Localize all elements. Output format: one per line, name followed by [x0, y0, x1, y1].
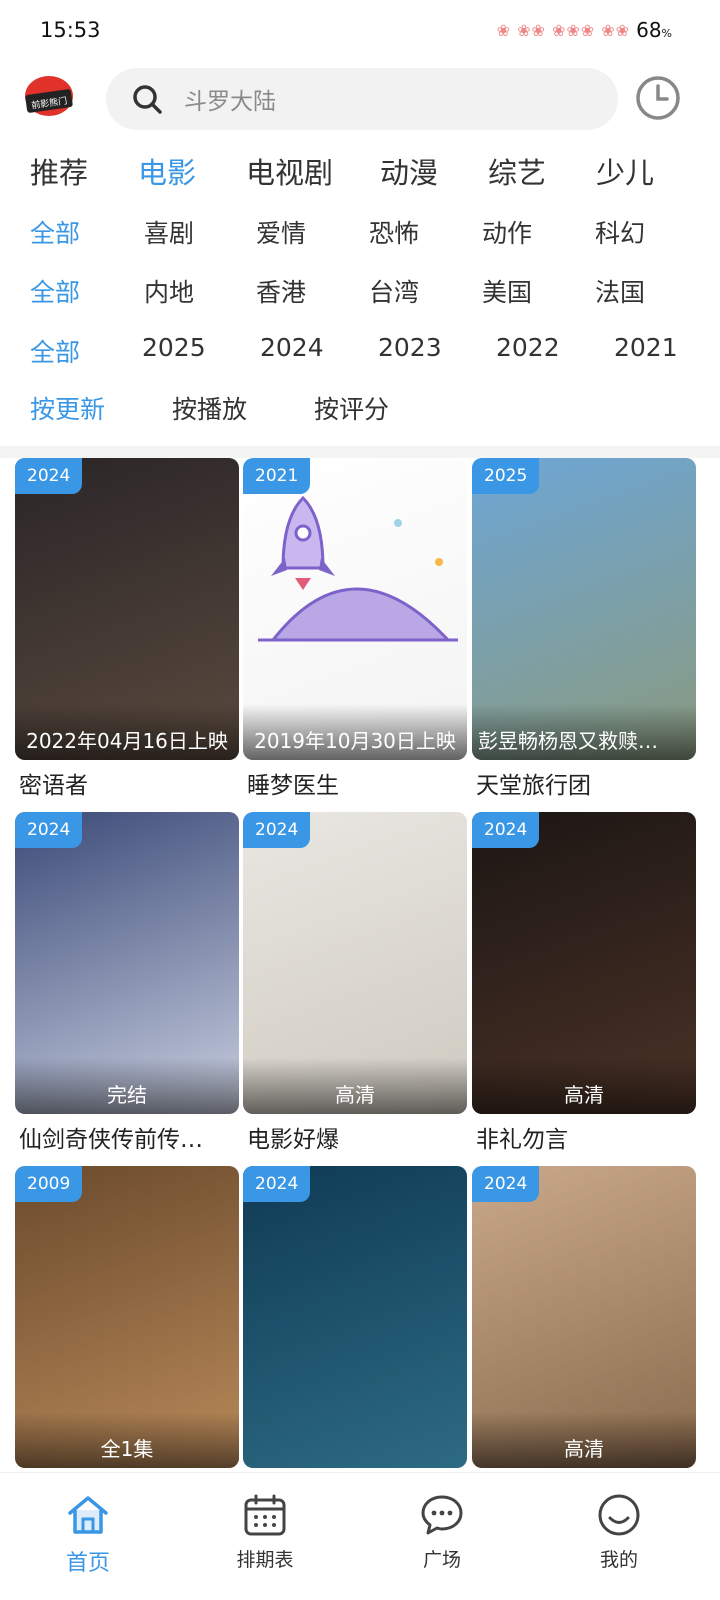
- poster-caption: 高清: [243, 1058, 467, 1114]
- genre-filter-item[interactable]: 恐怖: [369, 214, 419, 250]
- app-logo[interactable]: 前影熊门: [22, 74, 76, 120]
- profile-smile-icon: [598, 1494, 640, 1536]
- movie-card[interactable]: 2021 2019年10月30日上映 睡梦医生: [243, 458, 467, 800]
- genre-filter-item[interactable]: 动作: [482, 214, 532, 250]
- region-filter-item[interactable]: 法国: [595, 273, 645, 309]
- calendar-icon: [244, 1494, 286, 1536]
- year-badge: 2025: [472, 458, 540, 494]
- genre-filter-item[interactable]: 喜剧: [144, 214, 194, 250]
- poster-caption: 全1集: [15, 1412, 239, 1468]
- search-placeholder: 斗罗大陆: [184, 89, 276, 115]
- movie-poster[interactable]: 2025 彭昱畅杨恩又救赎…: [472, 458, 696, 760]
- section-divider: [0, 446, 720, 458]
- poster-caption: 2022年04月16日上映: [15, 704, 239, 760]
- year-filter-item[interactable]: 全部: [30, 333, 80, 369]
- year-badge: 2024: [15, 458, 83, 494]
- nav-label: 首页: [65, 1551, 110, 1576]
- year-badge: 2021: [243, 458, 311, 494]
- sort-filter-item[interactable]: 按评分: [314, 390, 389, 426]
- nav-home[interactable]: 首页: [38, 1491, 138, 1577]
- region-filter-row: 全部 内地 香港 台湾 美国 法国: [0, 273, 720, 317]
- genre-filter-item[interactable]: 科幻: [595, 214, 645, 250]
- movie-poster[interactable]: 2024 完结: [15, 812, 239, 1114]
- sort-filter-item[interactable]: 按播放: [172, 390, 247, 426]
- bottom-nav: 首页 排期表 广场 我的: [0, 1472, 720, 1600]
- region-filter-item[interactable]: 美国: [482, 273, 532, 309]
- home-icon: [68, 1496, 108, 1534]
- movie-card[interactable]: 2009 全1集: [15, 1166, 239, 1468]
- sort-filter-row: 按更新 按播放 按评分: [0, 390, 720, 434]
- poster-caption: 高清: [472, 1058, 696, 1114]
- sort-filter-item[interactable]: 按更新: [30, 390, 105, 426]
- category-tabs: 推荐 电影 电视剧 动漫 综艺 少儿: [0, 150, 720, 206]
- movie-card[interactable]: 2024 高清: [472, 1166, 696, 1468]
- poster-caption: 高清: [472, 1412, 696, 1468]
- status-indicators: ❀ ❀❀ ❀❀❀ ❀❀ 68%: [497, 18, 672, 42]
- year-filter-item[interactable]: 2025: [142, 333, 206, 362]
- poster-caption: 2019年10月30日上映: [243, 704, 467, 760]
- region-filter-item[interactable]: 内地: [144, 273, 194, 309]
- movie-title[interactable]: 睡梦医生: [243, 766, 467, 800]
- region-filter-item[interactable]: 台湾: [369, 273, 419, 309]
- nav-mine[interactable]: 我的: [569, 1491, 669, 1572]
- history-clock-icon[interactable]: [634, 74, 682, 122]
- movie-title[interactable]: 仙剑奇侠传前传…: [15, 1120, 239, 1154]
- year-badge: 2024: [243, 812, 311, 848]
- tab-movie[interactable]: 电影: [138, 150, 196, 192]
- year-badge: 2024: [472, 812, 540, 848]
- movie-poster[interactable]: 2024 高清: [243, 812, 467, 1114]
- nav-plaza[interactable]: 广场: [392, 1491, 492, 1572]
- movie-title[interactable]: 非礼勿言: [472, 1120, 696, 1154]
- tab-recommend[interactable]: 推荐: [30, 150, 88, 192]
- search-bar[interactable]: 斗罗大陆: [106, 68, 618, 130]
- poster-caption: 彭昱畅杨恩又救赎…: [472, 704, 696, 760]
- movie-card[interactable]: 2024 完结 仙剑奇侠传前传…: [15, 812, 239, 1154]
- status-bar: 15:53 ❀ ❀❀ ❀❀❀ ❀❀ 68%: [0, 0, 720, 60]
- nav-label: 我的: [599, 1549, 638, 1571]
- year-filter-item[interactable]: 2022: [496, 333, 560, 362]
- year-filter-item[interactable]: 2021: [614, 333, 678, 362]
- status-time: 15:53: [40, 18, 101, 42]
- year-filter-row: 全部 2025 2024 2023 2022 2021: [0, 333, 720, 377]
- movie-card[interactable]: 2024: [243, 1166, 467, 1468]
- chat-bubble-icon: [421, 1495, 463, 1535]
- search-icon: [133, 85, 162, 114]
- region-filter-item[interactable]: 全部: [30, 273, 80, 309]
- genre-filter-item[interactable]: 爱情: [256, 214, 306, 250]
- movie-poster[interactable]: 2021 2019年10月30日上映: [243, 458, 467, 760]
- year-badge: 2024: [15, 812, 83, 848]
- tab-anime[interactable]: 动漫: [380, 150, 438, 192]
- genre-filter-row: 全部 喜剧 爱情 恐怖 动作 科幻: [0, 214, 720, 258]
- poster-caption: 完结: [15, 1058, 239, 1114]
- nav-schedule[interactable]: 排期表: [215, 1491, 315, 1572]
- movie-poster[interactable]: 2024: [243, 1166, 467, 1468]
- tab-tv-series[interactable]: 电视剧: [246, 150, 333, 192]
- movie-card[interactable]: 2024 高清 电影好爆: [243, 812, 467, 1154]
- year-badge: 2024: [243, 1166, 311, 1202]
- tab-kids[interactable]: 少儿: [596, 150, 654, 192]
- genre-filter-item[interactable]: 全部: [30, 214, 80, 250]
- year-badge: 2009: [15, 1166, 83, 1202]
- movie-card[interactable]: 2024 2022年04月16日上映 密语者: [15, 458, 239, 800]
- movie-title[interactable]: 天堂旅行团: [472, 766, 696, 800]
- year-filter-item[interactable]: 2024: [260, 333, 324, 362]
- movie-card[interactable]: 2024 高清 非礼勿言: [472, 812, 696, 1154]
- header: 前影熊门 斗罗大陆: [0, 64, 720, 134]
- tab-variety[interactable]: 综艺: [488, 150, 546, 192]
- nav-label: 广场: [422, 1549, 461, 1571]
- movie-title[interactable]: 电影好爆: [243, 1120, 467, 1154]
- movie-poster[interactable]: 2024 高清: [472, 1166, 696, 1468]
- battery-level: 68%: [636, 18, 672, 42]
- movie-poster[interactable]: 2024 高清: [472, 812, 696, 1114]
- year-filter-item[interactable]: 2023: [378, 333, 442, 362]
- movie-poster[interactable]: 2024 2022年04月16日上映: [15, 458, 239, 760]
- movie-title[interactable]: 密语者: [15, 766, 239, 800]
- region-filter-item[interactable]: 香港: [256, 273, 306, 309]
- year-badge: 2024: [472, 1166, 540, 1202]
- status-decor-icon: ❀ ❀❀ ❀❀❀ ❀❀: [496, 20, 631, 40]
- movie-card[interactable]: 2025 彭昱畅杨恩又救赎… 天堂旅行团: [472, 458, 696, 800]
- nav-label: 排期表: [236, 1549, 294, 1571]
- movie-poster[interactable]: 2009 全1集: [15, 1166, 239, 1468]
